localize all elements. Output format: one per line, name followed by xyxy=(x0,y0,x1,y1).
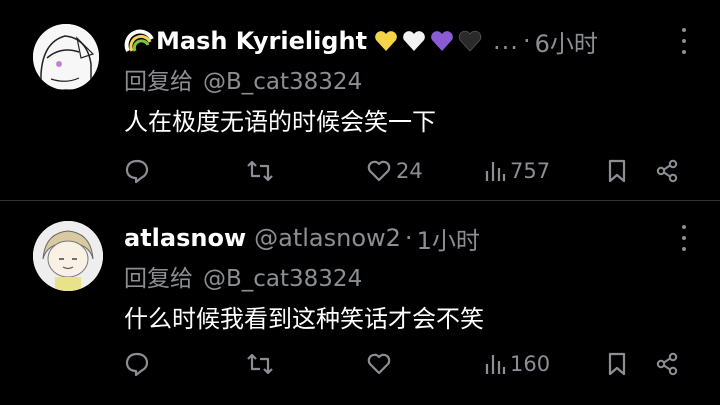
avatar[interactable] xyxy=(33,221,103,291)
reply-context: 回复给 @B_cat38324 xyxy=(124,62,362,96)
share-button[interactable] xyxy=(654,347,680,381)
bookmark-button[interactable] xyxy=(606,347,628,381)
more-options-icon[interactable] xyxy=(682,225,688,251)
like-button[interactable] xyxy=(366,347,392,381)
views-button[interactable]: 757 xyxy=(484,154,550,188)
repost-button[interactable] xyxy=(246,154,274,188)
name-truncation: ... xyxy=(493,27,519,55)
views-icon xyxy=(485,355,506,374)
rainbow-icon xyxy=(124,29,154,52)
separator-dot: · xyxy=(522,27,531,55)
display-name[interactable]: Mash Kyrielight xyxy=(156,27,367,55)
reply-mention[interactable]: @B_cat38324 xyxy=(203,266,362,292)
action-bar: 160 xyxy=(124,347,684,381)
heart-icon xyxy=(367,353,391,375)
share-button[interactable] xyxy=(654,154,680,188)
heart-icon xyxy=(367,160,391,182)
views-button[interactable]: 160 xyxy=(484,347,550,381)
like-button[interactable]: 24 xyxy=(366,154,423,188)
white-heart-icon xyxy=(403,31,425,51)
reply-post-2[interactable]: atlasnow @atlasnow2 · 1小时 回复给 @B_cat38324… xyxy=(0,200,720,405)
timestamp[interactable]: 1小时 xyxy=(417,221,480,256)
reply-mention[interactable]: @B_cat38324 xyxy=(203,69,362,95)
avatar-image xyxy=(33,24,99,90)
post-header: atlasnow @atlasnow2 · 1小时 xyxy=(124,221,680,255)
avatar[interactable] xyxy=(33,24,99,90)
comment-icon xyxy=(125,352,149,377)
action-bar: 24 757 xyxy=(124,154,684,188)
timestamp[interactable]: 6小时 xyxy=(535,24,598,59)
more-options-icon[interactable] xyxy=(682,28,688,54)
bookmark-icon xyxy=(608,352,626,376)
reply-context: 回复给 @B_cat38324 xyxy=(124,259,362,293)
share-icon xyxy=(656,159,678,183)
bookmark-icon xyxy=(608,159,626,183)
view-count: 757 xyxy=(510,159,551,183)
heart-emojis xyxy=(373,29,483,53)
repost-icon xyxy=(247,160,273,182)
share-icon xyxy=(656,352,678,376)
username[interactable]: @atlasnow2 xyxy=(254,224,401,252)
comment-icon xyxy=(125,159,149,184)
repost-icon xyxy=(247,353,273,375)
views-icon xyxy=(485,162,506,181)
separator-dot: · xyxy=(404,224,413,252)
post-text: 人在极度无语的时候会笑一下 xyxy=(124,108,436,136)
reply-post-1[interactable]: Mash Kyrielight ... · 6小时 回复给 @B_cat38324… xyxy=(0,0,720,200)
reply-button[interactable] xyxy=(124,347,150,381)
purple-heart-icon xyxy=(431,31,453,51)
avatar-image xyxy=(33,221,103,291)
display-name[interactable]: atlasnow xyxy=(124,224,246,252)
post-header: Mash Kyrielight ... · 6小时 xyxy=(124,24,680,58)
bookmark-button[interactable] xyxy=(606,154,628,188)
reply-label: 回复给 xyxy=(124,266,193,292)
like-count: 24 xyxy=(396,159,423,183)
post-text: 什么时候我看到这种笑话才会不笑 xyxy=(124,305,484,333)
yellow-heart-icon xyxy=(375,31,397,51)
repost-button[interactable] xyxy=(246,347,274,381)
reply-label: 回复给 xyxy=(124,69,193,95)
view-count: 160 xyxy=(510,352,551,376)
reply-button[interactable] xyxy=(124,154,150,188)
black-heart-icon xyxy=(458,30,482,52)
